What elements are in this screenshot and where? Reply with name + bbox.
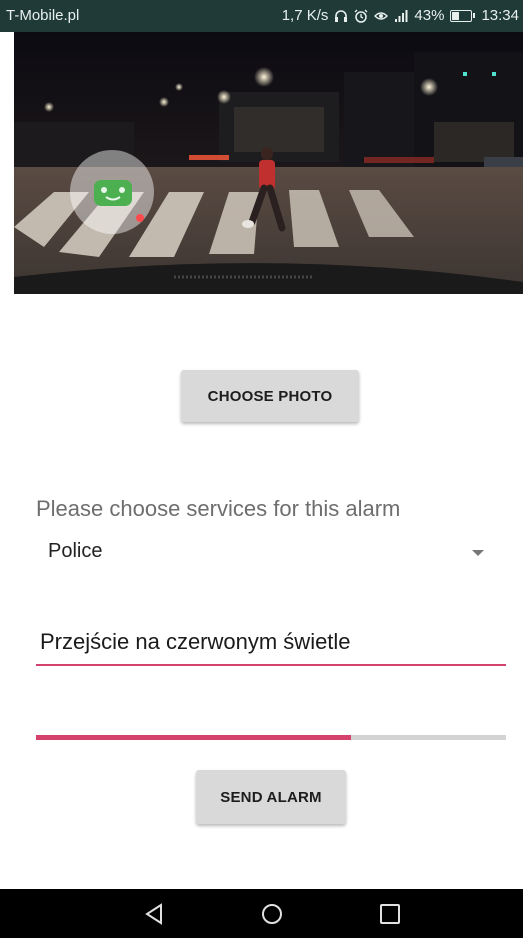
alarm-clock-icon	[354, 9, 368, 23]
status-icons: 1,7 K/s 43% 13:34	[282, 7, 519, 24]
status-bar: T-Mobile.pl 1,7 K/s 43% 13:34	[0, 0, 523, 32]
network-speed: 1,7 K/s	[281, 7, 329, 24]
recent-apps-icon[interactable]	[376, 901, 404, 927]
eye-icon	[374, 9, 389, 23]
services-prompt: Please choose services for this alarm	[36, 496, 401, 521]
carrier-name: T-Mobile.pl	[6, 7, 80, 24]
service-select-value: Police	[48, 540, 103, 562]
street-crossing-photo	[14, 32, 523, 294]
upload-progress-fill	[36, 735, 351, 740]
send-alarm-button[interactable]: SEND ALARM	[196, 770, 346, 824]
battery-icon	[450, 9, 476, 22]
navigation-bar	[0, 889, 523, 938]
game-controller-icon	[94, 180, 132, 206]
photo-preview	[14, 32, 523, 294]
alarm-description-input[interactable]	[36, 620, 506, 666]
signal-strength-icon	[394, 9, 408, 23]
upload-progress-bar	[36, 735, 506, 740]
service-select[interactable]: Police	[36, 532, 486, 570]
clock: 13:34	[481, 7, 519, 24]
choose-photo-button[interactable]: CHOOSE PHOTO	[181, 370, 359, 422]
dropdown-arrow-icon	[472, 550, 484, 556]
back-icon[interactable]	[140, 901, 168, 927]
battery-percent: 43%	[414, 7, 445, 24]
headset-icon	[334, 9, 348, 23]
home-icon[interactable]	[258, 901, 286, 927]
